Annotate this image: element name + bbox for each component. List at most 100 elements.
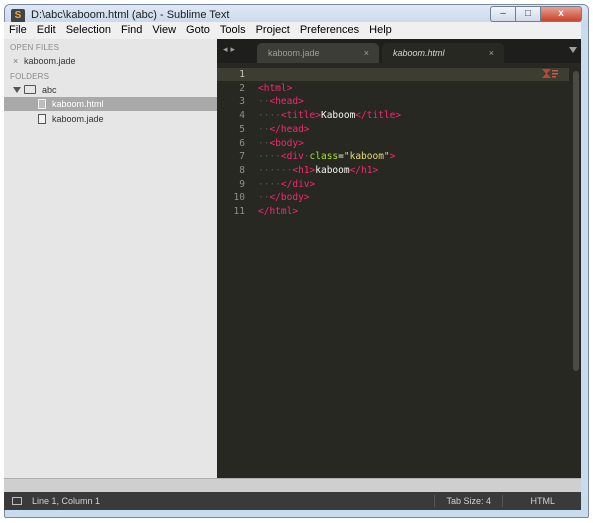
- code-token-attr: class: [309, 151, 339, 163]
- tab-kaboom-html[interactable]: kaboom.html ×: [382, 43, 504, 63]
- menu-edit[interactable]: Edit: [32, 22, 61, 39]
- menu-find[interactable]: Find: [116, 22, 147, 39]
- code-token-tag: </: [258, 206, 270, 217]
- tab-nav-arrows[interactable]: ◂▸: [223, 44, 238, 55]
- menu-bar: File Edit Selection Find View Goto Tools…: [4, 22, 581, 39]
- open-file-item[interactable]: × kaboom.jade: [4, 54, 217, 68]
- menu-project[interactable]: Project: [251, 22, 295, 39]
- file-icon: [38, 99, 46, 109]
- file-label: kaboom.html: [52, 99, 104, 109]
- code-token-tag: body: [280, 192, 304, 204]
- maximize-button[interactable]: □: [515, 6, 540, 22]
- code-token-tag: h1: [361, 164, 373, 176]
- code-token-text: kaboom: [315, 164, 350, 176]
- code-token-tag: >: [298, 96, 304, 108]
- line-number: 6: [239, 137, 245, 149]
- menu-file[interactable]: File: [4, 22, 32, 39]
- line-number: 11: [233, 206, 245, 217]
- status-divider: [434, 495, 435, 507]
- syntax-indicator[interactable]: HTML: [531, 492, 556, 510]
- sidebar: OPEN FILES × kaboom.jade FOLDERS abc kab…: [4, 39, 217, 478]
- line-number: 3: [239, 96, 245, 108]
- tab-close-icon[interactable]: ×: [489, 43, 494, 63]
- code-line[interactable]: ····</div>: [258, 178, 315, 192]
- folder-item-abc[interactable]: abc: [4, 83, 217, 97]
- code-token-tag: div: [292, 178, 310, 190]
- folder-icon: [24, 85, 36, 94]
- window-controls: – □ x: [490, 6, 582, 23]
- menu-tools[interactable]: Tools: [215, 22, 251, 39]
- code-token-tag: >: [303, 123, 310, 135]
- open-files-header: OPEN FILES: [10, 43, 60, 52]
- code-token-tag: head: [280, 123, 304, 135]
- vertical-scrollbar[interactable]: [573, 71, 579, 371]
- panel-toggle-icon[interactable]: [12, 497, 22, 505]
- code-editor[interactable]: 1 2 3 4 5 6 7 8 9 10 11 <html> ··<head> ····<title>K…: [217, 63, 581, 478]
- file-item-kaboom-html[interactable]: kaboom.html: [4, 97, 217, 111]
- code-line[interactable]: ····<title>Kaboom</title>: [258, 109, 401, 123]
- tab-label: kaboom.jade: [268, 48, 320, 58]
- close-button[interactable]: x: [540, 6, 582, 22]
- indent-whitespace: ··: [258, 137, 270, 149]
- code-line[interactable]: ······<h1>kaboom</h1>: [258, 164, 378, 178]
- current-line-highlight: [217, 68, 569, 81]
- menu-help[interactable]: Help: [364, 22, 397, 39]
- code-token-tag: html: [269, 206, 293, 217]
- minimap-icon: [542, 69, 558, 78]
- tab-close-icon[interactable]: ×: [364, 43, 369, 63]
- code-token-tag: div: [286, 151, 304, 163]
- code-token-tag: body: [275, 137, 299, 149]
- tab-list-dropdown-icon[interactable]: [569, 47, 577, 53]
- indent-whitespace: ····: [258, 151, 281, 163]
- code-token-tag: title: [366, 110, 396, 122]
- line-number: 1: [239, 69, 245, 80]
- code-token-tag: title: [286, 110, 316, 122]
- file-icon: [38, 114, 46, 124]
- code-line[interactable]: ··<body>: [258, 137, 304, 151]
- close-file-icon[interactable]: ×: [13, 54, 18, 68]
- code-line[interactable]: <html>: [258, 82, 292, 96]
- tab-label: kaboom.html: [393, 48, 445, 58]
- menu-preferences[interactable]: Preferences: [295, 22, 364, 39]
- cursor-position: Line 1, Column 1: [32, 496, 101, 506]
- code-line[interactable]: ····<div·class="kaboom">: [258, 150, 395, 164]
- line-number: 9: [239, 178, 245, 190]
- code-token-str: "kaboom": [343, 151, 390, 163]
- indent-whitespace: ··: [258, 96, 270, 108]
- horizontal-scroll-area[interactable]: [4, 478, 581, 492]
- line-number: 10: [233, 192, 245, 204]
- code-token-tag: head: [275, 96, 299, 108]
- folders-header: FOLDERS: [10, 72, 50, 81]
- code-token-tag: </: [349, 164, 362, 176]
- code-token-tag: >: [292, 206, 299, 217]
- indent-whitespace: ····: [258, 110, 281, 122]
- line-number: 5: [239, 123, 245, 135]
- tab-kaboom-jade[interactable]: kaboom.jade ×: [257, 43, 379, 63]
- line-number: 8: [239, 164, 245, 176]
- line-number: 4: [239, 110, 245, 122]
- code-line[interactable]: </html>: [258, 205, 298, 219]
- code-token-tag: </: [269, 123, 281, 135]
- menu-selection[interactable]: Selection: [61, 22, 116, 39]
- status-bar: Line 1, Column 1 Tab Size: 4 HTML: [4, 492, 581, 510]
- code-token-tag: </: [355, 110, 367, 122]
- indent-whitespace: ··: [258, 123, 270, 135]
- minimize-button[interactable]: –: [490, 6, 515, 22]
- line-number: 2: [239, 82, 245, 94]
- code-line[interactable]: ··</head>: [258, 123, 310, 137]
- tab-bar: ◂▸ kaboom.jade × kaboom.html ×: [217, 39, 581, 63]
- code-token-tag: h1: [298, 164, 310, 176]
- window-title: D:\abc\kaboom.html (abc) - Sublime Text: [31, 9, 230, 21]
- code-line[interactable]: ··</body>: [258, 191, 310, 205]
- menu-goto[interactable]: Goto: [181, 22, 215, 39]
- code-token-tag: >: [309, 178, 316, 190]
- expand-arrow-icon[interactable]: [13, 87, 21, 93]
- code-token-tag: </: [269, 192, 281, 204]
- tab-size-indicator[interactable]: Tab Size: 4: [446, 492, 491, 510]
- code-line[interactable]: ··<head>: [258, 95, 304, 109]
- menu-view[interactable]: View: [147, 22, 181, 39]
- indent-whitespace: ······: [258, 164, 293, 176]
- code-token-tag: </: [280, 178, 293, 190]
- code-token-tag: >: [389, 151, 396, 163]
- file-item-kaboom-jade[interactable]: kaboom.jade: [4, 112, 217, 126]
